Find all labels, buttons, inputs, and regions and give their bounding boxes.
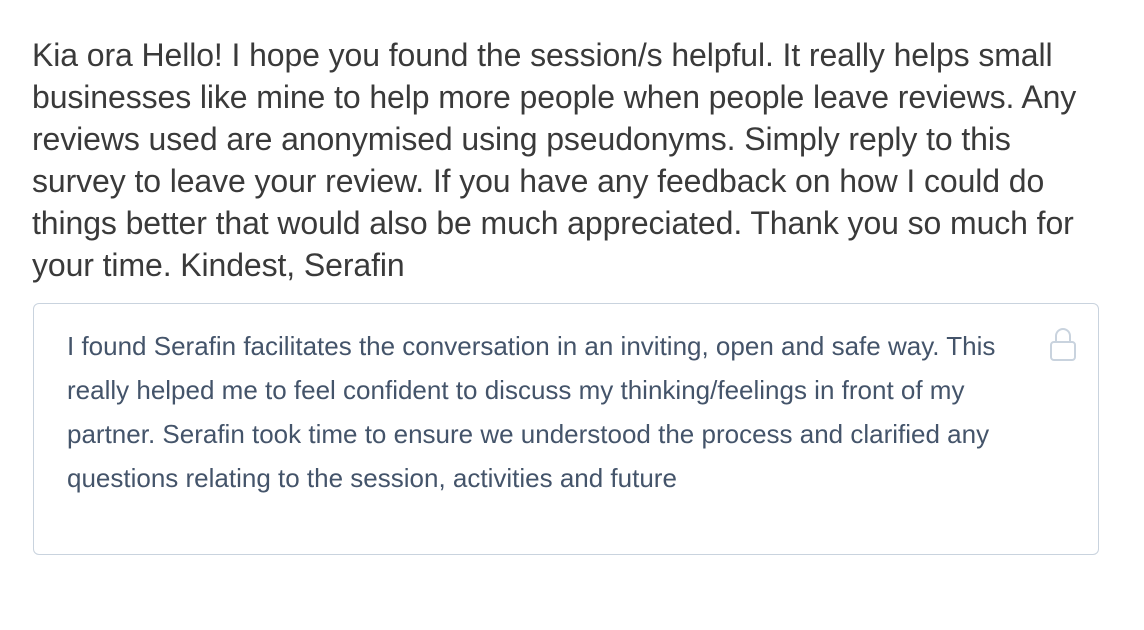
response-field[interactable]: I found Serafin facilitates the conversa… [33,303,1099,555]
lock-icon [1048,326,1078,362]
survey-question-text: Kia ora Hello! I hope you found the sess… [32,37,1077,283]
response-text: I found Serafin facilitates the conversa… [67,331,996,493]
